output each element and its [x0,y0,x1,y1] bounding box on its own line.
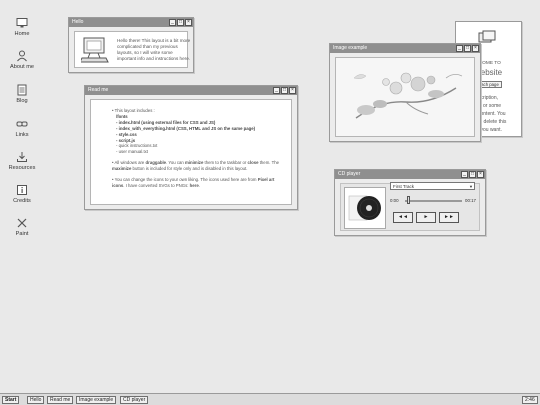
desktop-icon-blog[interactable]: Blog [0,84,44,104]
desktop-icon-label: Blog [16,98,28,104]
hello-message: Hello there! This layout is a bit more c… [117,38,191,61]
taskbar-item-readme[interactable]: Read me [47,396,74,404]
minimize-button[interactable]: _ [169,19,176,26]
image-content [335,57,475,137]
image-window[interactable]: Image example _ □ × [329,43,481,142]
track-select[interactable]: First Track ▼ [390,182,475,190]
welcome-body: scription, w or some content. You to del… [478,94,506,134]
cd-titlebar[interactable]: CD player _ □ × [335,170,485,179]
monitor-icon [16,18,28,28]
readme-file: - user manual.txt [116,149,149,155]
desktop-icon-label: Credits [13,198,31,204]
desktop-icon-label: About me [10,64,34,70]
cd-content [340,183,480,231]
minimize-button[interactable]: _ [461,171,468,178]
desktop-icon-home[interactable]: Home [0,17,44,37]
readme-intro: This layout includes : [114,108,155,113]
download-icon [17,152,27,162]
play-button[interactable]: ► [416,212,436,223]
hello-title: Hello [72,19,84,25]
readme-titlebar[interactable]: Read me _ □ × [85,86,297,95]
seek-handle[interactable] [406,196,410,204]
info-icon [17,185,27,195]
welcome-body-line: scription, [478,95,499,101]
readme-item-files: This layout includes : /fonts - index.ht… [112,108,283,155]
desktop-icon-links[interactable]: Links [0,118,44,138]
track-select-value: First Track [393,184,414,189]
start-button[interactable]: Start [2,396,20,404]
here-link[interactable]: here [190,183,199,188]
close-button[interactable]: × [472,45,479,52]
current-time: 0:00 [390,198,399,203]
floral-painting-image [336,58,474,136]
readme-item-windows: All windows are draggable. You can minim… [112,160,283,172]
image-titlebar[interactable]: Image example _ □ × [330,44,480,53]
cd-player-window[interactable]: CD player _ □ × First Track ▼ 0:00 00:17… [334,169,486,236]
maximize-button[interactable]: □ [464,45,471,52]
next-button[interactable]: ►► [439,212,459,223]
hello-content: Hello there! This layout is a bit more c… [74,31,191,68]
maximize-button[interactable]: □ [281,87,288,94]
desktop-icon-label: Home [14,31,30,37]
folder-icon [478,30,496,43]
readme-item-icons: You can change the icons to your own lik… [112,177,283,189]
maximize-button[interactable]: □ [177,19,184,26]
close-button[interactable]: × [185,19,192,26]
previous-button[interactable]: ◄◄ [393,212,413,223]
hello-window[interactable]: Hello _ □ × Hello there! This layout is … [68,17,194,73]
desktop-icon-resources[interactable]: Resources [0,151,44,171]
readme-window[interactable]: Read me _ □ × This layout includes : /fo… [84,85,298,210]
desktop-icon-about-me[interactable]: About me [0,50,44,70]
taskbar-item-cd-player[interactable]: CD player [120,396,149,404]
close-button[interactable]: × [289,87,296,94]
close-button[interactable]: × [477,171,484,178]
welcome-body-line: content. You [478,111,506,117]
computer-icon [81,37,109,63]
maximize-button[interactable]: □ [469,171,476,178]
link-icon [16,121,28,127]
minimize-button[interactable]: _ [273,87,280,94]
total-time: 00:17 [465,198,476,203]
welcome-body-line: l you want. [478,127,502,133]
desktop-icon-paint[interactable]: Paint [0,217,44,237]
readme-title: Read me [88,87,109,93]
desktop-icon-credits[interactable]: Credits [0,184,44,204]
welcome-body-line: to delete this [478,119,507,125]
cd-title: CD player [338,171,361,177]
minimize-button[interactable]: _ [456,45,463,52]
seek-track[interactable] [405,200,462,202]
taskbar-clock: 2:46 [522,396,538,404]
person-icon [17,50,27,62]
paint-brush-icon [17,218,27,228]
taskbar-item-hello[interactable]: Hello [27,396,45,404]
vinyl-disc-icon [348,195,381,221]
taskbar: Start Hello Read me Image example CD pla… [0,393,540,405]
taskbar-item-image[interactable]: Image example [76,396,117,404]
desktop-icon-label: Links [15,132,29,138]
hello-titlebar[interactable]: Hello _ □ × [69,18,193,27]
desktop-icon-label: Resources [8,165,36,171]
welcome-body-line: w or some [478,103,502,109]
image-title: Image example [333,45,368,51]
desktop-icon-label: Paint [15,231,29,237]
each-page-button[interactable]: ach page [478,81,502,88]
readme-content: This layout includes : /fonts - index.ht… [90,99,292,205]
document-icon [17,84,27,96]
cd-art [344,187,386,229]
chevron-down-icon: ▼ [469,184,473,189]
